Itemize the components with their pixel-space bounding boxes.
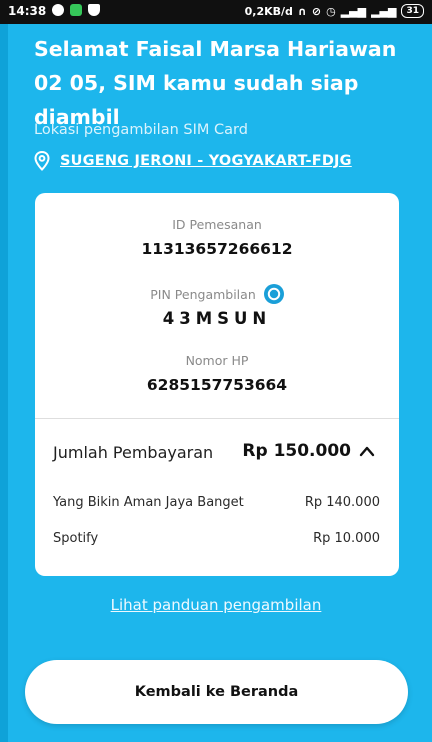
divider	[35, 418, 399, 419]
left-edge-strip	[0, 24, 8, 742]
location-row[interactable]: SUGENG JERONI - YOGYAKART-FDJG	[34, 151, 352, 171]
page-title: Selamat Faisal Marsa Hariawan 02 05, SIM…	[34, 37, 397, 129]
payment-label: Jumlah Pembayaran	[53, 443, 214, 462]
system-indicators: 0,2KB/d ∩ ⊘ ◷ ▂▄▆ ▂▄▆ 31	[245, 4, 424, 18]
signal-icon: ▂▄▆	[340, 4, 367, 18]
phone-value: 6285157753664	[146, 376, 288, 394]
chevron-up-icon	[359, 446, 375, 457]
pin-label-row: PIN Pengambilan	[35, 284, 399, 304]
order-id-value: 11313657266612	[141, 240, 293, 258]
item-name: Yang Bikin Aman Jaya Banget	[53, 495, 244, 510]
pin-value: 43MSUN	[162, 309, 272, 328]
status-time: 14:38	[8, 4, 47, 18]
back-to-home-button[interactable]: Kembali ke Beranda	[25, 660, 408, 724]
location-label: Lokasi pengambilan SIM Card	[34, 122, 248, 138]
order-card: ID Pemesanan 11313657266612 PIN Pengambi…	[35, 193, 399, 576]
pin-label: PIN Pengambilan	[150, 286, 256, 302]
item-name: Spotify	[53, 531, 99, 546]
status-bar: 14:38 0,2KB/d ∩ ⊘ ◷ ▂▄▆ ▂▄▆ 31	[0, 0, 432, 24]
incognito-icon	[88, 4, 100, 16]
battery-indicator: 31	[401, 4, 424, 18]
copy-icon[interactable]	[263, 284, 284, 304]
payment-toggle[interactable]: Rp 150.000	[242, 441, 375, 461]
order-id-label: ID Pemesanan	[172, 217, 262, 232]
app-notification-icon	[70, 4, 82, 16]
location-link[interactable]: SUGENG JERONI - YOGYAKART-FDJG	[60, 153, 352, 169]
phone-label: Nomor HP	[185, 353, 249, 368]
chat-notification-icon	[52, 4, 64, 16]
notification-icons	[52, 4, 100, 16]
item-price: Rp 140.000	[304, 495, 380, 510]
mute-icon: ⊘	[311, 4, 322, 18]
guide-link[interactable]: Lihat panduan pengambilan	[0, 596, 432, 614]
signal-4g-icon: ▂▄▆	[371, 4, 397, 18]
location-pin-icon	[34, 151, 50, 171]
item-price: Rp 10.000	[313, 531, 380, 546]
alarm-icon: ◷	[326, 4, 336, 18]
headset-icon: ∩	[297, 4, 307, 18]
network-speed: 0,2KB/d	[244, 4, 293, 18]
payment-total: Rp 150.000	[242, 441, 351, 461]
